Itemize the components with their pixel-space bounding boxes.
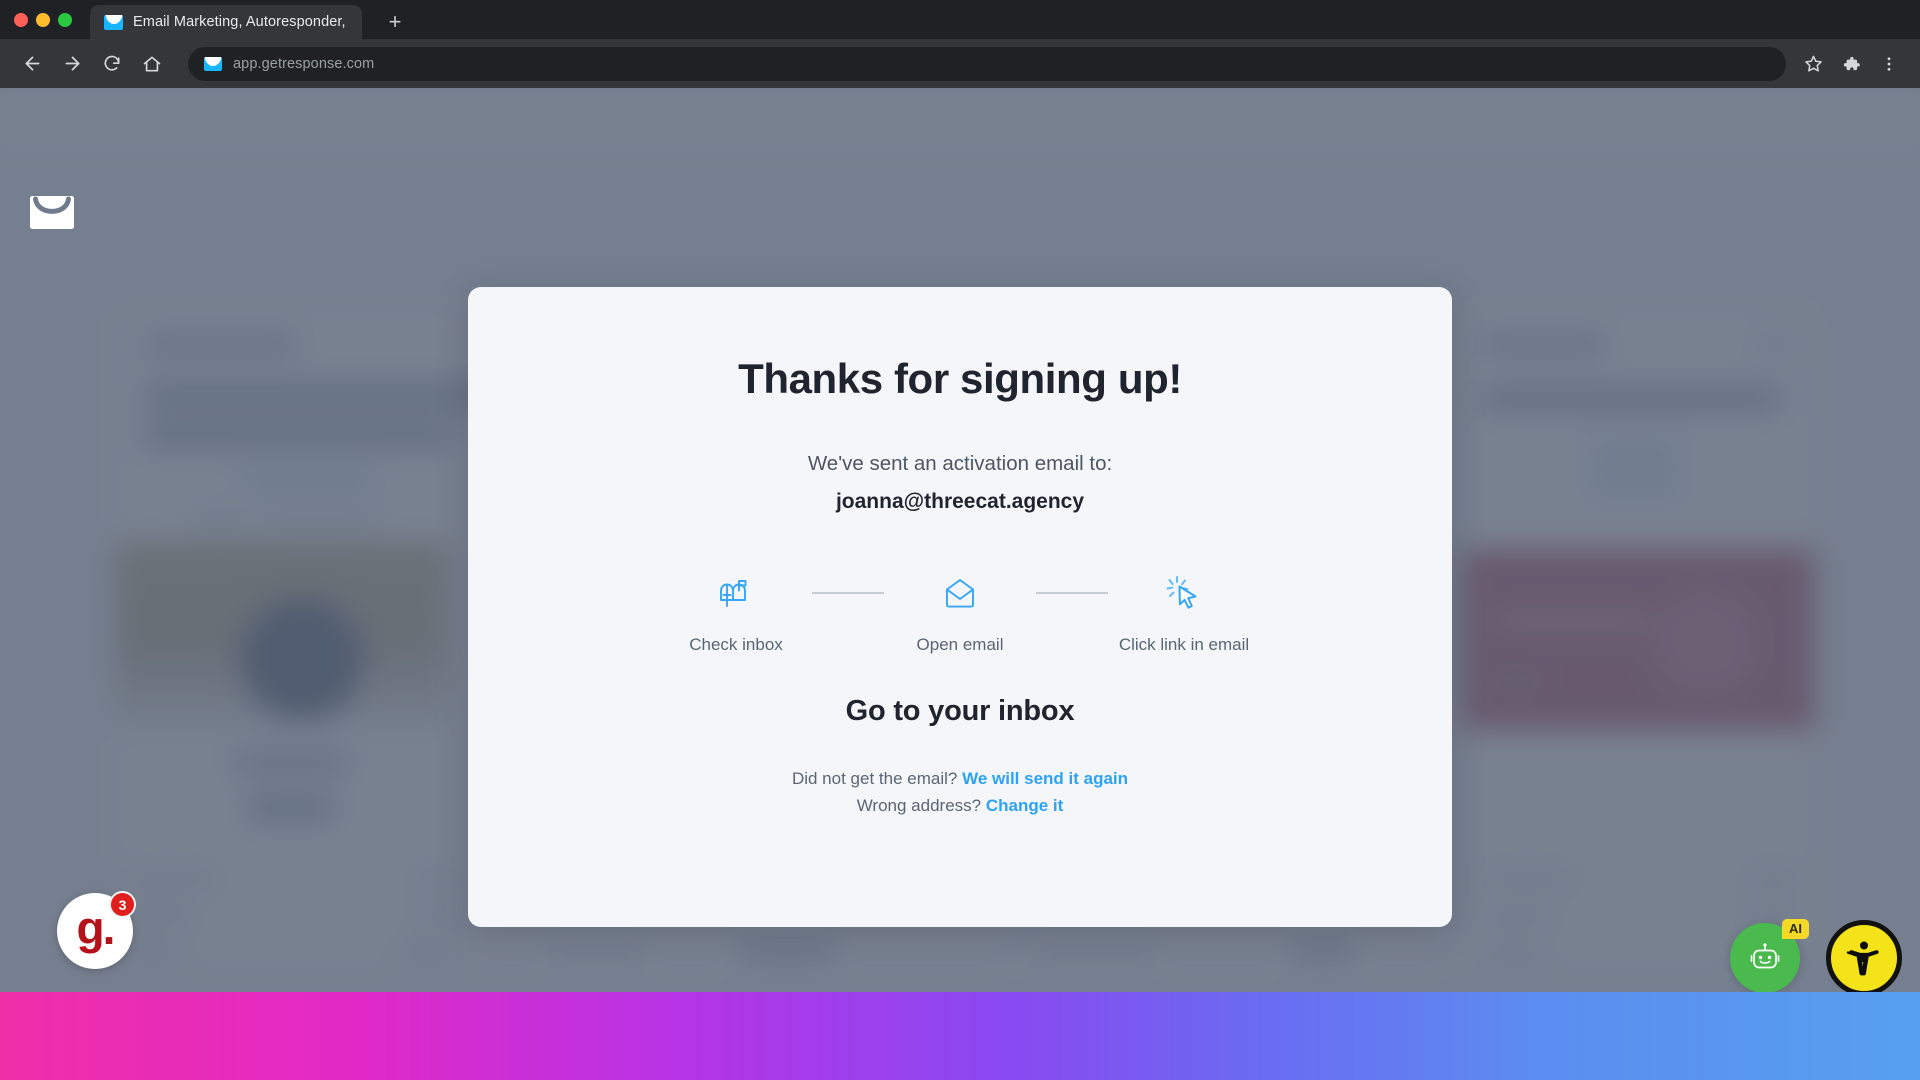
ai-chat-widget[interactable]: AI — [1730, 919, 1809, 993]
reload-button[interactable] — [94, 46, 130, 82]
bottom-gradient-bar — [0, 992, 1920, 1080]
step-connector — [1036, 592, 1108, 594]
resend-prefix-text: Did not get the email? — [791, 769, 958, 788]
cursor-click-icon — [1164, 570, 1204, 616]
mailbox-icon — [716, 570, 756, 616]
envelope-favicon — [104, 14, 123, 30]
step-click-link: Click link in email — [1108, 570, 1260, 655]
change-address-link[interactable]: Change it — [986, 796, 1063, 815]
step-open-email: Open email — [884, 570, 1036, 655]
resend-email-link[interactable]: We will send it again — [962, 769, 1128, 788]
step-check-inbox: Check inbox — [660, 570, 812, 655]
step-label: Click link in email — [1118, 635, 1250, 654]
url-text: app.getresponse.com — [233, 55, 375, 72]
getresponse-envelope-logo — [30, 192, 74, 229]
back-button[interactable] — [14, 46, 50, 82]
accessibility-widget[interactable] — [1826, 920, 1902, 996]
url-bar[interactable]: app.getresponse.com — [188, 46, 1786, 81]
change-address-row: Wrong address? Change it — [792, 793, 1128, 820]
open-envelope-icon — [941, 570, 979, 616]
window-close-button[interactable] — [14, 12, 28, 27]
recipient-email: joanna@threecat.agency — [835, 490, 1085, 513]
go-to-inbox-button[interactable]: Go to your inbox — [846, 695, 1075, 728]
window-minimize-button[interactable] — [36, 12, 50, 27]
ai-badge: AI — [1782, 919, 1809, 939]
modal-footer: Did not get the email? We will send it a… — [792, 766, 1128, 820]
browser-chrome: Email Marketing, Autoresponder, E + app.… — [0, 0, 1920, 88]
step-label: Check inbox — [689, 635, 783, 654]
extensions-puzzle-icon[interactable] — [1834, 47, 1868, 81]
signup-confirmation-modal: Thanks for signing up! We've sent an act… — [468, 287, 1452, 927]
grammarly-notification-badge: 3 — [109, 891, 136, 918]
page-viewport: Thanks for signing up! We've sent an act… — [0, 88, 1920, 1080]
grammarly-widget[interactable]: g. 3 — [57, 891, 136, 969]
step-label: Open email — [916, 635, 1004, 654]
browser-tab-active[interactable]: Email Marketing, Autoresponder, E — [90, 5, 362, 39]
new-tab-button[interactable]: + — [378, 5, 412, 39]
tab-strip: Email Marketing, Autoresponder, E + — [0, 0, 1920, 39]
url-site-favicon — [204, 56, 222, 71]
chrome-menu-icon[interactable] — [1872, 47, 1906, 81]
bookmark-star-icon[interactable] — [1796, 47, 1830, 81]
browser-tab-title: Email Marketing, Autoresponder, E — [133, 14, 348, 30]
accessibility-person-icon — [1846, 941, 1879, 976]
browser-toolbar: app.getresponse.com — [0, 39, 1920, 88]
page-title: Thanks for signing up! — [738, 355, 1182, 402]
step-connector — [812, 592, 884, 594]
grammarly-logo: g. — [76, 902, 116, 954]
window-maximize-button[interactable] — [58, 12, 72, 27]
window-controls — [14, 0, 90, 39]
activation-steps: Check inbox Open email Click link in ema… — [660, 570, 1260, 655]
home-button[interactable] — [134, 46, 170, 82]
forward-button[interactable] — [54, 46, 90, 82]
change-prefix-text: Wrong address? — [856, 795, 982, 815]
activation-sent-text: We've sent an activation email to: — [807, 452, 1113, 475]
resend-row: Did not get the email? We will send it a… — [792, 766, 1128, 793]
